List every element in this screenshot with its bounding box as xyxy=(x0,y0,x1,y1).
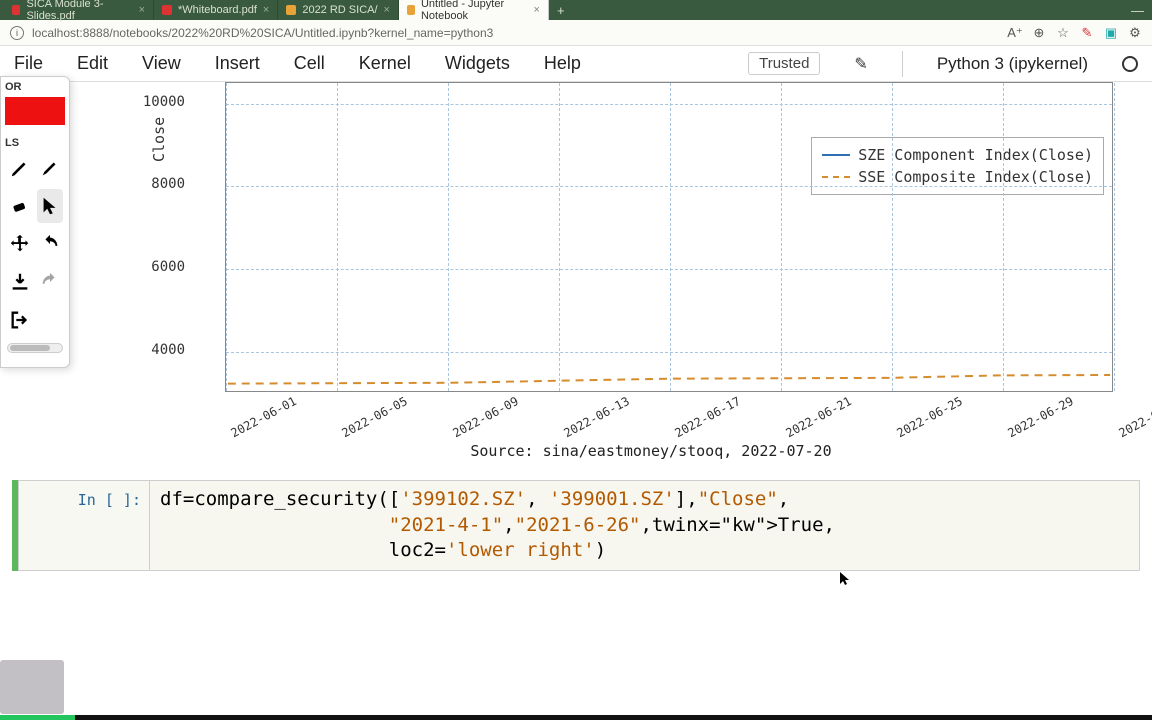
menu-file[interactable]: File xyxy=(14,53,43,74)
eraser-tool-icon[interactable] xyxy=(7,189,33,223)
code-cell[interactable]: In [ ]: df=compare_security(['399102.SZ'… xyxy=(12,480,1140,571)
settings-icon[interactable]: ⚙ xyxy=(1128,26,1142,40)
y-axis-label: Close xyxy=(150,117,168,162)
x-tick: 2022-06-17 xyxy=(672,394,742,440)
pen-icon[interactable]: ✎ xyxy=(1080,26,1094,40)
zoom-icon[interactable]: ⊕ xyxy=(1032,26,1046,40)
x-tick: 2022-07-01 xyxy=(1116,394,1152,440)
pencil-icon[interactable]: ✎ xyxy=(854,54,867,74)
tab-label: SICA Module 3-Slides.pdf xyxy=(26,0,132,22)
separator xyxy=(902,51,903,77)
x-tick: 2022-06-21 xyxy=(783,394,853,440)
close-icon[interactable]: × xyxy=(384,4,390,16)
pdf-icon xyxy=(12,5,20,15)
anno-section-tools: LS xyxy=(1,133,69,151)
exit-tool-icon[interactable] xyxy=(7,303,33,337)
x-tick: 2022-06-05 xyxy=(339,394,409,440)
video-progress-fill xyxy=(0,715,75,720)
y-tick: 4000 xyxy=(85,342,185,358)
x-tick: 2022-06-13 xyxy=(561,394,631,440)
cursor-tool-icon[interactable] xyxy=(37,189,63,223)
x-tick: 2022-06-29 xyxy=(1005,394,1075,440)
chart-source: Source: sina/eastmoney/stooq, 2022-07-20 xyxy=(150,442,1152,460)
menu-help[interactable]: Help xyxy=(544,53,581,74)
video-progress-track[interactable] xyxy=(0,715,1152,720)
x-tick: 2022-06-25 xyxy=(894,394,964,440)
plot-area: SZE Component Index(Close) SSE Composite… xyxy=(225,82,1113,392)
jupyter-icon xyxy=(286,5,296,15)
anno-section-color: OR xyxy=(1,77,69,95)
close-icon[interactable]: × xyxy=(534,4,540,16)
kernel-name[interactable]: Python 3 (ipykernel) xyxy=(937,54,1088,74)
series-lines xyxy=(226,83,1112,391)
y-tick: 8000 xyxy=(85,176,185,192)
cell-prompt: In [ ]: xyxy=(19,481,149,570)
read-aloud-icon[interactable]: A⁺ xyxy=(1008,26,1022,40)
url-text[interactable]: localhost:8888/notebooks/2022%20RD%20SIC… xyxy=(32,26,1000,40)
collections-icon[interactable]: ▣ xyxy=(1104,26,1118,40)
highlighter-tool-icon[interactable] xyxy=(37,151,63,185)
menu-insert[interactable]: Insert xyxy=(215,53,260,74)
menu-view[interactable]: View xyxy=(142,53,181,74)
tab-label: *Whiteboard.pdf xyxy=(178,4,257,16)
anno-scrollbar[interactable] xyxy=(7,343,63,353)
menu-cell[interactable]: Cell xyxy=(294,53,325,74)
blank-tool xyxy=(37,303,63,337)
kernel-status-icon xyxy=(1122,56,1138,72)
x-tick: 2022-06-01 xyxy=(228,394,298,440)
browser-tab[interactable]: SICA Module 3-Slides.pdf × xyxy=(4,0,154,20)
menu-widgets[interactable]: Widgets xyxy=(445,53,510,74)
trusted-badge[interactable]: Trusted xyxy=(748,52,820,75)
close-icon[interactable]: × xyxy=(263,4,269,16)
annotation-toolbar: OR LS xyxy=(0,76,70,368)
x-tick: 2022-06-09 xyxy=(450,394,520,440)
webcam-thumbnail xyxy=(0,660,64,714)
menu-edit[interactable]: Edit xyxy=(77,53,108,74)
favorites-icon[interactable]: ☆ xyxy=(1056,26,1070,40)
menu-kernel[interactable]: Kernel xyxy=(359,53,411,74)
tab-label: 2022 RD SICA/ xyxy=(302,4,377,16)
jupyter-icon xyxy=(407,5,415,15)
address-bar: i localhost:8888/notebooks/2022%20RD%20S… xyxy=(0,20,1152,46)
output-chart: Close 40006000800010000 SZE Component In… xyxy=(150,82,1152,462)
undo-tool-icon[interactable] xyxy=(37,227,63,261)
color-swatch-red[interactable] xyxy=(5,97,65,125)
site-info-icon[interactable]: i xyxy=(10,26,24,40)
notebook-area: Close 4000 6000 8000 10000 SZE Component In… xyxy=(0,82,1152,690)
jupyter-menubar: File Edit View Insert Cell Kernel Widget… xyxy=(0,46,1152,82)
minimize-button[interactable]: — xyxy=(1123,0,1152,20)
pdf-icon xyxy=(162,5,172,15)
browser-tab[interactable]: 2022 RD SICA/ × xyxy=(278,0,399,20)
y-tick: 10000 xyxy=(85,94,185,110)
redo-tool-icon[interactable] xyxy=(37,265,63,299)
browser-tab-strip: SICA Module 3-Slides.pdf × *Whiteboard.pd… xyxy=(0,0,1152,20)
new-tab-button[interactable]: + xyxy=(549,0,573,20)
close-icon[interactable]: × xyxy=(139,4,145,16)
cursor-icon xyxy=(840,572,850,586)
pen-tool-icon[interactable] xyxy=(7,151,33,185)
tab-label: Untitled - Jupyter Notebook xyxy=(421,0,528,22)
browser-tab-active[interactable]: Untitled - Jupyter Notebook × xyxy=(399,0,549,20)
move-tool-icon[interactable] xyxy=(7,227,33,261)
scrollbar-thumb[interactable] xyxy=(10,345,50,351)
browser-tab[interactable]: *Whiteboard.pdf × xyxy=(154,0,278,20)
y-tick: 6000 xyxy=(85,259,185,275)
save-tool-icon[interactable] xyxy=(7,265,33,299)
code-input[interactable]: df=compare_security(['399102.SZ', '39900… xyxy=(149,481,1139,570)
